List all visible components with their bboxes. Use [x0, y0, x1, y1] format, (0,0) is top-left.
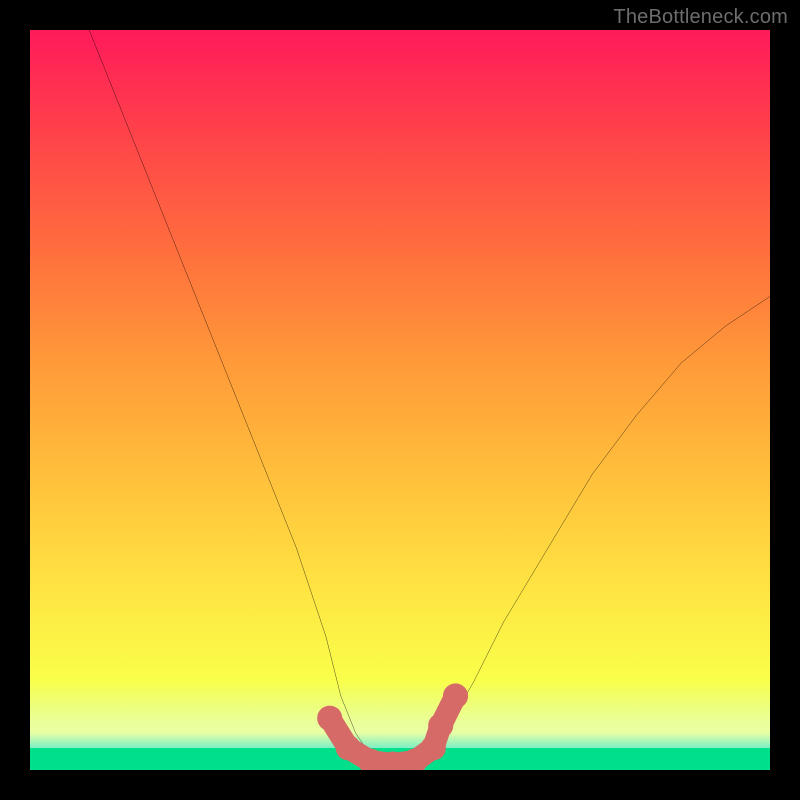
chart-frame: TheBottleneck.com — [0, 0, 800, 800]
highlight-dot — [421, 735, 446, 760]
watermark-text: TheBottleneck.com — [613, 6, 788, 29]
highlight-dot — [443, 683, 468, 708]
plot-area — [30, 30, 770, 770]
highlight-dot — [336, 735, 361, 760]
bottleneck-curve — [89, 30, 770, 766]
highlight-dot — [428, 713, 453, 738]
highlight-dot — [317, 706, 342, 731]
curve-layer — [30, 30, 770, 770]
highlight-markers — [317, 683, 468, 770]
